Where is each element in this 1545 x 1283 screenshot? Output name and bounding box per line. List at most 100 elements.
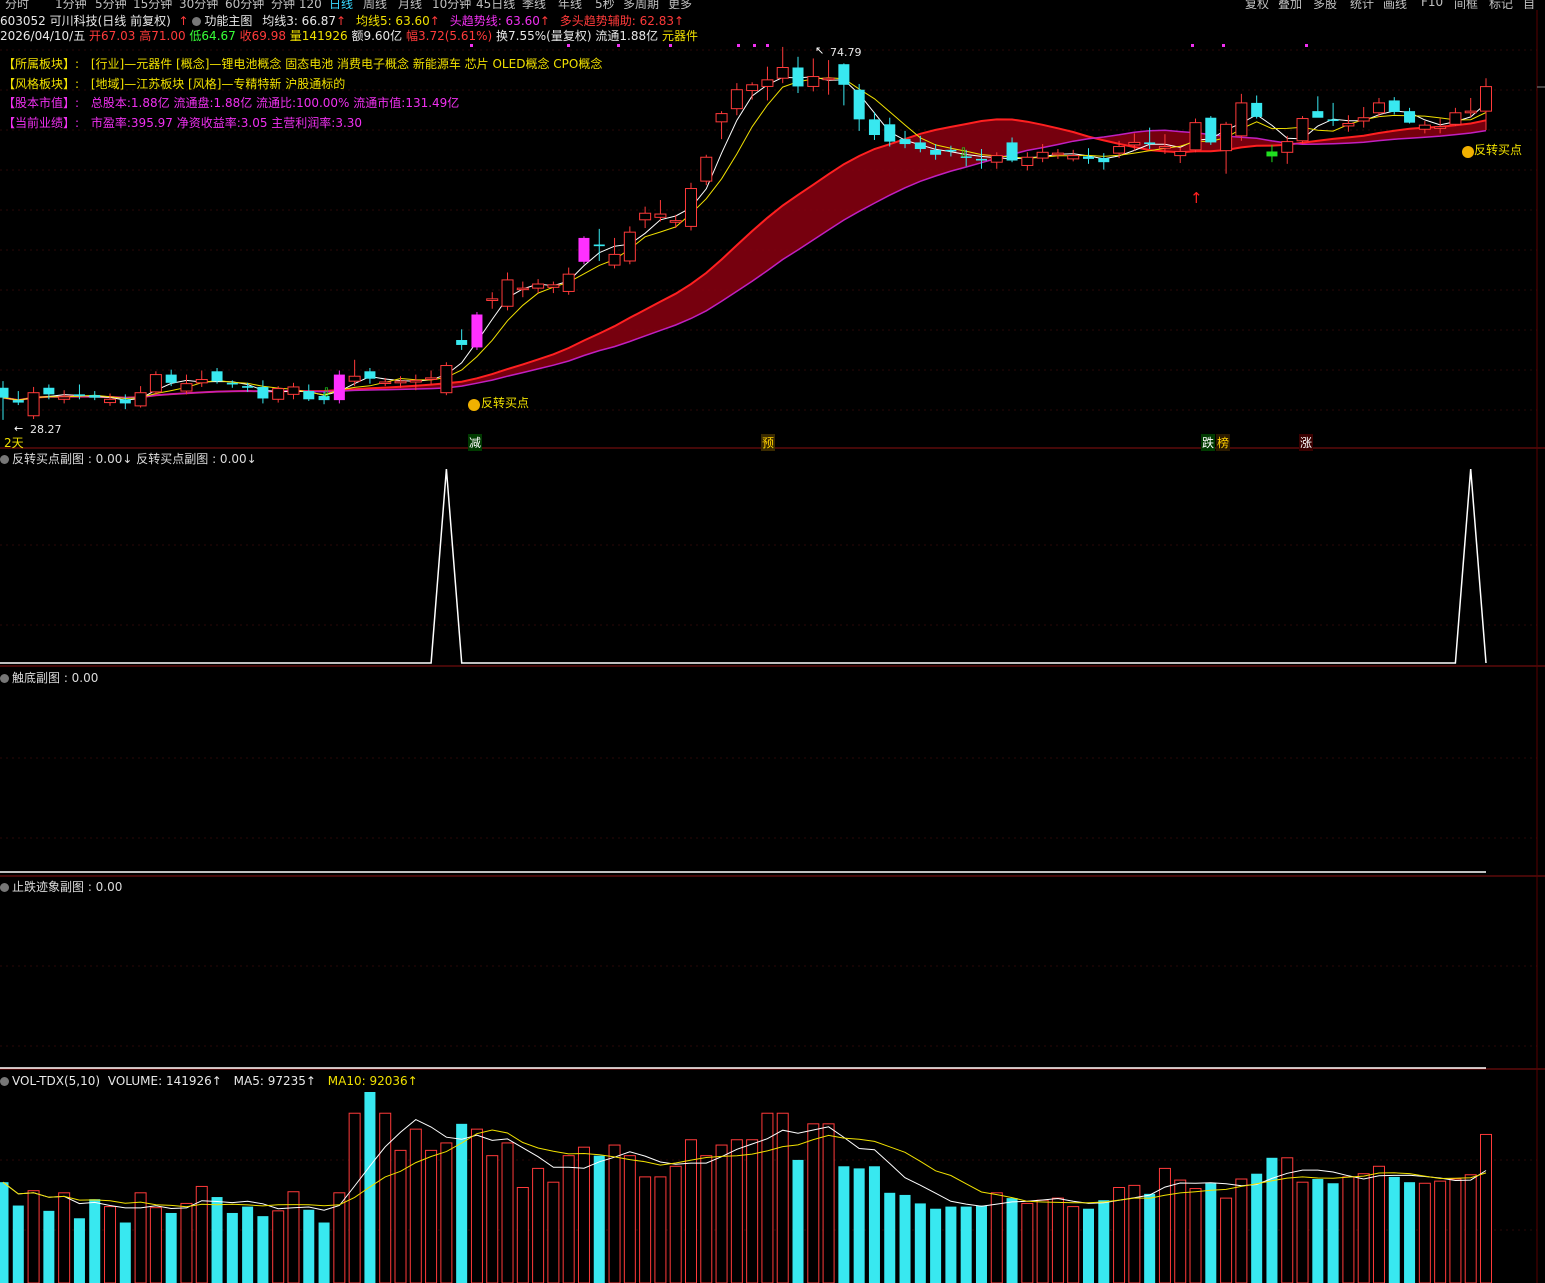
candle-body — [242, 386, 254, 388]
volume-bar — [1144, 1193, 1156, 1283]
candle — [1388, 97, 1400, 115]
candle-body — [486, 298, 499, 301]
candle-body — [1235, 102, 1248, 137]
high-price-label: 74.79 — [830, 46, 862, 59]
volume-bar — [287, 1191, 300, 1283]
magenta-dot — [1305, 44, 1308, 47]
volume-bar — [1464, 1174, 1477, 1283]
volume-bar — [639, 1176, 652, 1283]
candle — [486, 292, 499, 309]
candle-body — [975, 158, 987, 161]
candle-body — [226, 382, 238, 385]
volume-bar — [180, 1202, 193, 1283]
candle-body — [730, 89, 743, 110]
volume-bar — [1220, 1197, 1233, 1283]
candle-body — [89, 395, 101, 398]
volume-pane-label[interactable]: VOL-TDX(5,10) VOLUME: 141926↑ MA5: 97235… — [0, 1074, 418, 1088]
candle-body — [409, 379, 422, 383]
candle-body — [104, 398, 117, 404]
candle-body — [608, 253, 621, 266]
candlestick-series — [0, 46, 1493, 420]
volume-bar — [547, 1181, 560, 1283]
volume-bar — [348, 1112, 361, 1283]
candle — [1404, 107, 1416, 124]
candle-body — [27, 392, 40, 417]
vol-ma10: MA10: 92036↑ — [327, 1074, 418, 1088]
volume-bar — [440, 1142, 453, 1283]
candle — [1251, 95, 1263, 119]
candle-body — [990, 155, 1003, 163]
candle — [547, 281, 560, 294]
stop-fall-pane-label[interactable]: 止跌迹象副图 : 0.00 — [0, 878, 122, 895]
candle-body — [532, 283, 545, 289]
volume-bar — [1418, 1182, 1431, 1283]
candle — [715, 111, 728, 140]
marker-rise: 涨 — [1299, 434, 1314, 451]
candle-body — [1082, 156, 1094, 159]
pane-menu-icon[interactable] — [0, 1077, 9, 1086]
candle-body — [853, 89, 865, 120]
candle — [1266, 144, 1278, 163]
pane-menu-icon[interactable] — [0, 455, 9, 464]
candle-body — [12, 400, 24, 403]
marker-preview: 预 — [761, 434, 776, 451]
candle-body — [1434, 126, 1447, 129]
candle — [12, 391, 24, 406]
volume-bar — [608, 1144, 621, 1283]
magenta-dot — [753, 44, 756, 47]
reversal-pane-label[interactable]: 反转买点副图 : 0.00↓ 反转买点副图 : 0.00↓ — [0, 450, 257, 467]
kline-chart[interactable]: ↑⇩⇩↖← — [0, 0, 1545, 1283]
volume-bar — [975, 1205, 987, 1283]
candle-body — [899, 139, 911, 145]
volume-bar — [1251, 1173, 1263, 1283]
candle-body — [516, 287, 529, 291]
volume-bar — [1296, 1181, 1309, 1283]
candle-body — [1251, 102, 1263, 117]
volume-bar — [730, 1139, 743, 1283]
volume-bar — [242, 1206, 254, 1283]
ribbon-fill — [3, 119, 1486, 401]
grid-lines — [0, 10, 1545, 1283]
candle — [730, 83, 743, 116]
candle-body — [1189, 122, 1202, 151]
volume-bar — [853, 1168, 865, 1283]
candle-body — [1006, 142, 1018, 161]
volume-bar — [1434, 1180, 1447, 1283]
candle — [746, 82, 759, 100]
candle-body — [471, 314, 483, 348]
candle-body — [1342, 122, 1355, 127]
candle-body — [1464, 110, 1477, 114]
candle — [792, 56, 804, 94]
candle-body — [593, 244, 605, 247]
pane-menu-icon[interactable] — [0, 674, 9, 683]
candle — [1098, 153, 1110, 170]
volume-bar — [1189, 1188, 1202, 1283]
pane-menu-icon[interactable] — [0, 883, 9, 892]
candle — [776, 46, 789, 84]
volume-bar — [211, 1197, 223, 1283]
candle — [838, 63, 850, 106]
volume-bar — [1372, 1165, 1385, 1283]
candle-body — [501, 279, 514, 307]
candle — [27, 386, 40, 420]
candle-body — [73, 394, 85, 396]
volume-bar — [364, 1092, 376, 1283]
touch-bottom-pane-label[interactable]: 触底副图 : 0.00 — [0, 669, 98, 686]
buy-point-label-1: 反转买点 — [481, 396, 530, 410]
candle — [333, 370, 345, 404]
candle-body — [272, 388, 285, 400]
candle — [104, 393, 117, 406]
candle-body — [394, 380, 407, 384]
marker-reduce: 减 — [468, 434, 483, 451]
candle — [89, 391, 101, 401]
candle-body — [669, 220, 682, 223]
volume-bar — [12, 1205, 24, 1283]
candle — [1051, 149, 1064, 159]
volume-bar — [562, 1155, 575, 1283]
marker-rank: 榜 — [1216, 434, 1231, 451]
candle-body — [715, 113, 728, 123]
candle-body — [807, 76, 820, 87]
candle — [1281, 135, 1294, 164]
candle — [471, 312, 483, 350]
candle-body — [58, 396, 71, 400]
